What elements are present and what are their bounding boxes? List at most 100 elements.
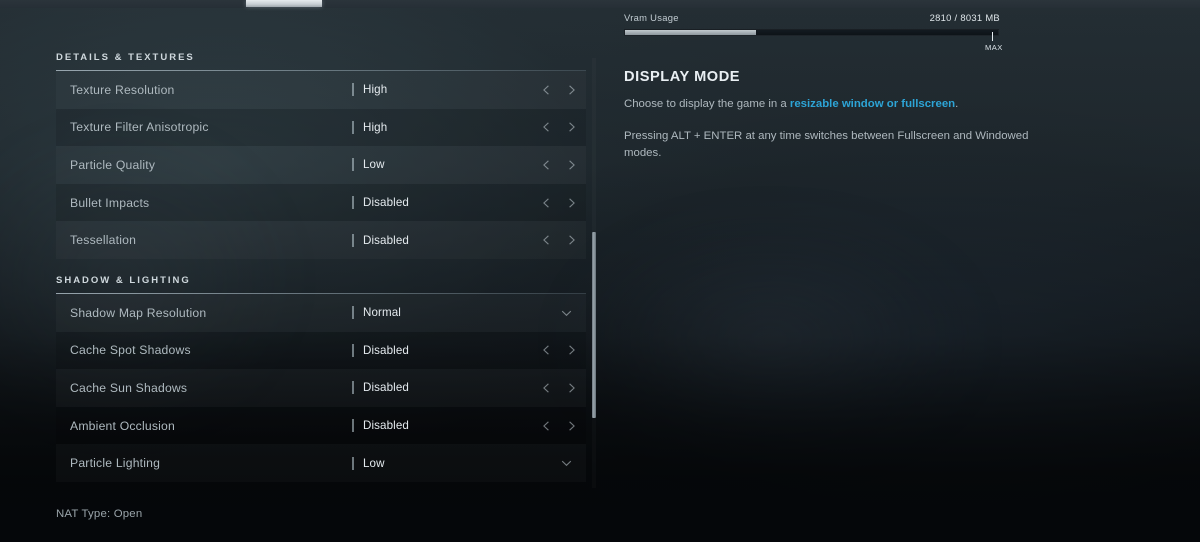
value-marker-icon (352, 381, 354, 395)
value-marker-icon (352, 419, 354, 433)
value-marker-icon (352, 120, 354, 134)
setting-row[interactable]: Ambient Occlusion Disabled (56, 406, 586, 445)
setting-label: Cache Sun Shadows (70, 380, 188, 395)
setting-label: Shadow Map Resolution (70, 305, 207, 320)
info-panel-note: Pressing ALT + ENTER at any time switche… (624, 129, 1029, 159)
setting-label: Particle Quality (70, 157, 156, 172)
info-panel-description: Choose to display the game in a resizabl… (624, 96, 1044, 113)
setting-controls[interactable] (540, 196, 578, 209)
setting-row[interactable]: Texture Resolution High (56, 71, 586, 109)
setting-controls[interactable] (540, 419, 578, 432)
vram-max-label: MAX (985, 43, 1003, 52)
setting-value: Disabled (363, 381, 409, 395)
setting-value: High (363, 120, 388, 134)
settings-list: DETAILS & TEXTURES Texture Resolution High… (56, 52, 586, 488)
setting-row[interactable]: Particle Quality Low (56, 146, 586, 184)
chevron-down-icon[interactable] (559, 305, 574, 320)
setting-label: Tessellation (70, 233, 137, 248)
setting-row[interactable]: Cache Sun Shadows Disabled (56, 369, 586, 407)
next-option-icon[interactable] (565, 121, 578, 134)
setting-value-group: Disabled (352, 419, 586, 433)
value-marker-icon (352, 158, 354, 172)
next-option-icon[interactable] (565, 381, 578, 394)
previous-option-icon[interactable] (540, 83, 553, 96)
value-marker-icon (352, 456, 354, 470)
previous-option-icon[interactable] (540, 381, 553, 394)
setting-value-group: Normal (352, 305, 586, 320)
vram-usage-value: 2810 / 8031 MB (929, 12, 1000, 23)
setting-label: Ambient Occlusion (70, 418, 176, 433)
value-marker-icon (352, 83, 354, 97)
setting-value: Normal (363, 306, 401, 320)
setting-row[interactable]: Bullet Impacts Disabled (56, 183, 586, 222)
vram-max-marker-icon (992, 32, 993, 41)
setting-controls[interactable] (559, 305, 578, 320)
setting-label: Texture Filter Anisotropic (70, 120, 209, 135)
setting-value: Disabled (363, 233, 409, 247)
setting-row[interactable]: Tessellation Disabled (56, 221, 586, 259)
settings-scrollbar-thumb[interactable] (592, 232, 596, 418)
section-rows: Texture Resolution High Texture Filter Ani… (56, 71, 586, 259)
tab-bar (0, 0, 1200, 8)
chevron-down-icon[interactable] (559, 456, 574, 471)
section-header: DETAILS & TEXTURES (56, 52, 195, 63)
setting-row[interactable]: Cache Spot Shadows Disabled (56, 331, 586, 370)
description-accent-link[interactable]: resizable window or fullscreen (790, 98, 955, 110)
info-panel: Vram Usage 2810 / 8031 MB MAX DISPLAY MO… (624, 12, 1094, 162)
next-option-icon[interactable] (565, 419, 578, 432)
previous-option-icon[interactable] (540, 234, 553, 247)
setting-controls[interactable] (540, 381, 578, 394)
vram-usage-label: Vram Usage (624, 12, 679, 23)
setting-value: Disabled (363, 343, 409, 357)
next-option-icon[interactable] (565, 196, 578, 209)
value-marker-icon (352, 306, 354, 320)
setting-value-group: High (352, 120, 586, 134)
setting-controls[interactable] (540, 121, 578, 134)
setting-value: Low (363, 158, 385, 172)
value-marker-icon (352, 196, 354, 210)
setting-value-group: High (352, 83, 586, 97)
next-option-icon[interactable] (565, 83, 578, 96)
value-marker-icon (352, 343, 354, 357)
vram-usage-bar (624, 29, 999, 36)
setting-value: Disabled (363, 196, 409, 210)
setting-value-group: Disabled (352, 196, 586, 210)
setting-value-group: Disabled (352, 381, 586, 395)
active-tab-indicator[interactable] (246, 0, 322, 7)
setting-value: Disabled (363, 419, 409, 433)
next-option-icon[interactable] (565, 158, 578, 171)
value-marker-icon (352, 233, 354, 247)
setting-label: Texture Resolution (70, 82, 175, 97)
setting-label: Cache Spot Shadows (70, 343, 191, 358)
setting-controls[interactable] (559, 456, 578, 471)
setting-value-group: Disabled (352, 343, 586, 357)
setting-controls[interactable] (540, 234, 578, 247)
previous-option-icon[interactable] (540, 419, 553, 432)
previous-option-icon[interactable] (540, 196, 553, 209)
info-panel-title: DISPLAY MODE (624, 69, 741, 85)
section-rows: Shadow Map Resolution Normal Cache Spot Sh… (56, 294, 586, 482)
nat-type-status: NAT Type: Open (56, 508, 143, 520)
description-suffix: . (955, 98, 959, 110)
setting-controls[interactable] (540, 344, 578, 357)
previous-option-icon[interactable] (540, 344, 553, 357)
setting-controls[interactable] (540, 83, 578, 96)
previous-option-icon[interactable] (540, 121, 553, 134)
previous-option-icon[interactable] (540, 158, 553, 171)
section-header: SHADOW & LIGHTING (56, 274, 191, 286)
setting-value: High (363, 83, 388, 97)
setting-value-group: Low (352, 456, 586, 471)
setting-label: Particle Lighting (70, 456, 161, 471)
next-option-icon[interactable] (565, 234, 578, 247)
setting-row[interactable]: Shadow Map Resolution Normal (56, 294, 586, 332)
setting-value-group: Disabled (352, 233, 586, 247)
description-prefix: Choose to display the game in a (624, 98, 790, 110)
next-option-icon[interactable] (565, 344, 578, 357)
setting-value: Low (363, 456, 385, 470)
vram-usage-bar-fill (625, 30, 756, 35)
setting-label: Bullet Impacts (70, 195, 150, 210)
setting-row[interactable]: Particle Lighting Low (56, 444, 586, 482)
setting-controls[interactable] (540, 158, 578, 171)
setting-row[interactable]: Texture Filter Anisotropic High (56, 108, 586, 147)
